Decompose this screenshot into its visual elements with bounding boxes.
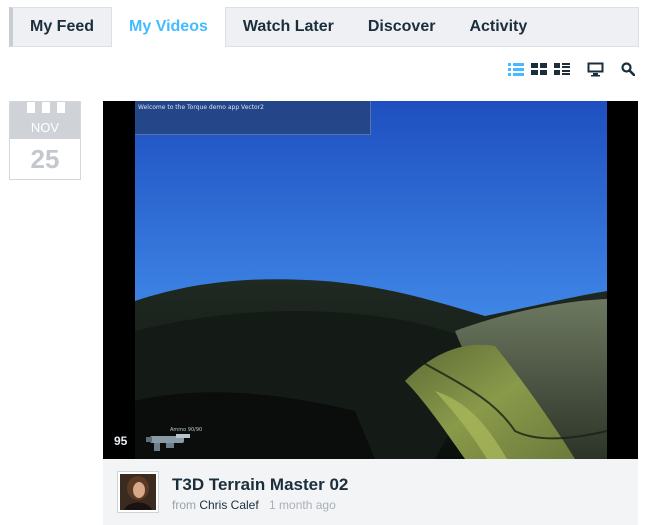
date-badge: NOV 25 xyxy=(9,101,81,180)
weapon-icon: Ammo 90/90 xyxy=(146,427,202,453)
tab-my-feed[interactable]: My Feed xyxy=(13,8,111,46)
grid-view-icon[interactable] xyxy=(531,62,547,76)
video-frame: Welcome to the Torque demo app Vector2 xyxy=(135,101,607,459)
post-time: 1 month ago xyxy=(269,498,336,512)
tab-watch-later[interactable]: Watch Later xyxy=(226,8,351,46)
calendar-ring xyxy=(41,101,51,114)
thumbnail-list-view-icon[interactable] xyxy=(554,62,570,76)
author-link[interactable]: Chris Calef xyxy=(199,498,258,512)
view-toolbar xyxy=(0,62,655,78)
debug-overlay: Welcome to the Torque demo app Vector2 xyxy=(135,101,371,135)
video-player[interactable]: Welcome to the Torque demo app Vector2 9… xyxy=(103,101,638,459)
avatar[interactable] xyxy=(117,471,159,513)
terrain-scene xyxy=(135,101,607,459)
main-nav: My Feed My Videos Watch Later Discover A… xyxy=(9,7,639,47)
overlay-text: Welcome to the Torque demo app Vector2 xyxy=(138,104,264,111)
hud-ammo-count: 95 xyxy=(114,434,128,448)
weapon-label: Ammo 90/90 xyxy=(170,427,203,433)
byline-prefix: from xyxy=(172,498,196,512)
date-day: 25 xyxy=(30,144,60,174)
tab-discover[interactable]: Discover xyxy=(351,8,453,46)
search-icon[interactable] xyxy=(621,62,637,76)
video-title[interactable]: T3D Terrain Master 02 xyxy=(172,475,348,495)
detail-list-view-icon[interactable] xyxy=(508,62,524,76)
avatar-image xyxy=(120,474,156,510)
tab-my-videos[interactable]: My Videos xyxy=(111,7,226,47)
video-info-bar: T3D Terrain Master 02 from Chris Calef 1… xyxy=(103,459,638,525)
calendar-ring xyxy=(26,101,36,114)
video-byline: from Chris Calef 1 month ago xyxy=(172,498,336,512)
tab-activity[interactable]: Activity xyxy=(452,8,544,46)
monitor-icon[interactable] xyxy=(587,62,604,77)
calendar-ring xyxy=(56,101,66,114)
